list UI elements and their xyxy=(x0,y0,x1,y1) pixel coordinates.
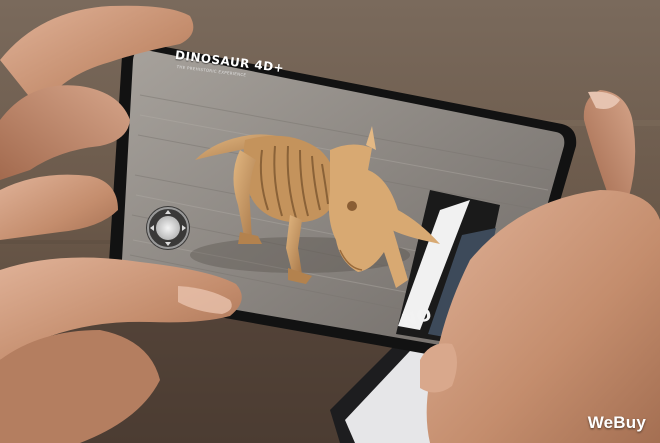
joystick-control-icon[interactable] xyxy=(146,206,190,250)
photo-scene xyxy=(0,0,660,443)
watermark-logo: WeBuy xyxy=(587,413,646,432)
